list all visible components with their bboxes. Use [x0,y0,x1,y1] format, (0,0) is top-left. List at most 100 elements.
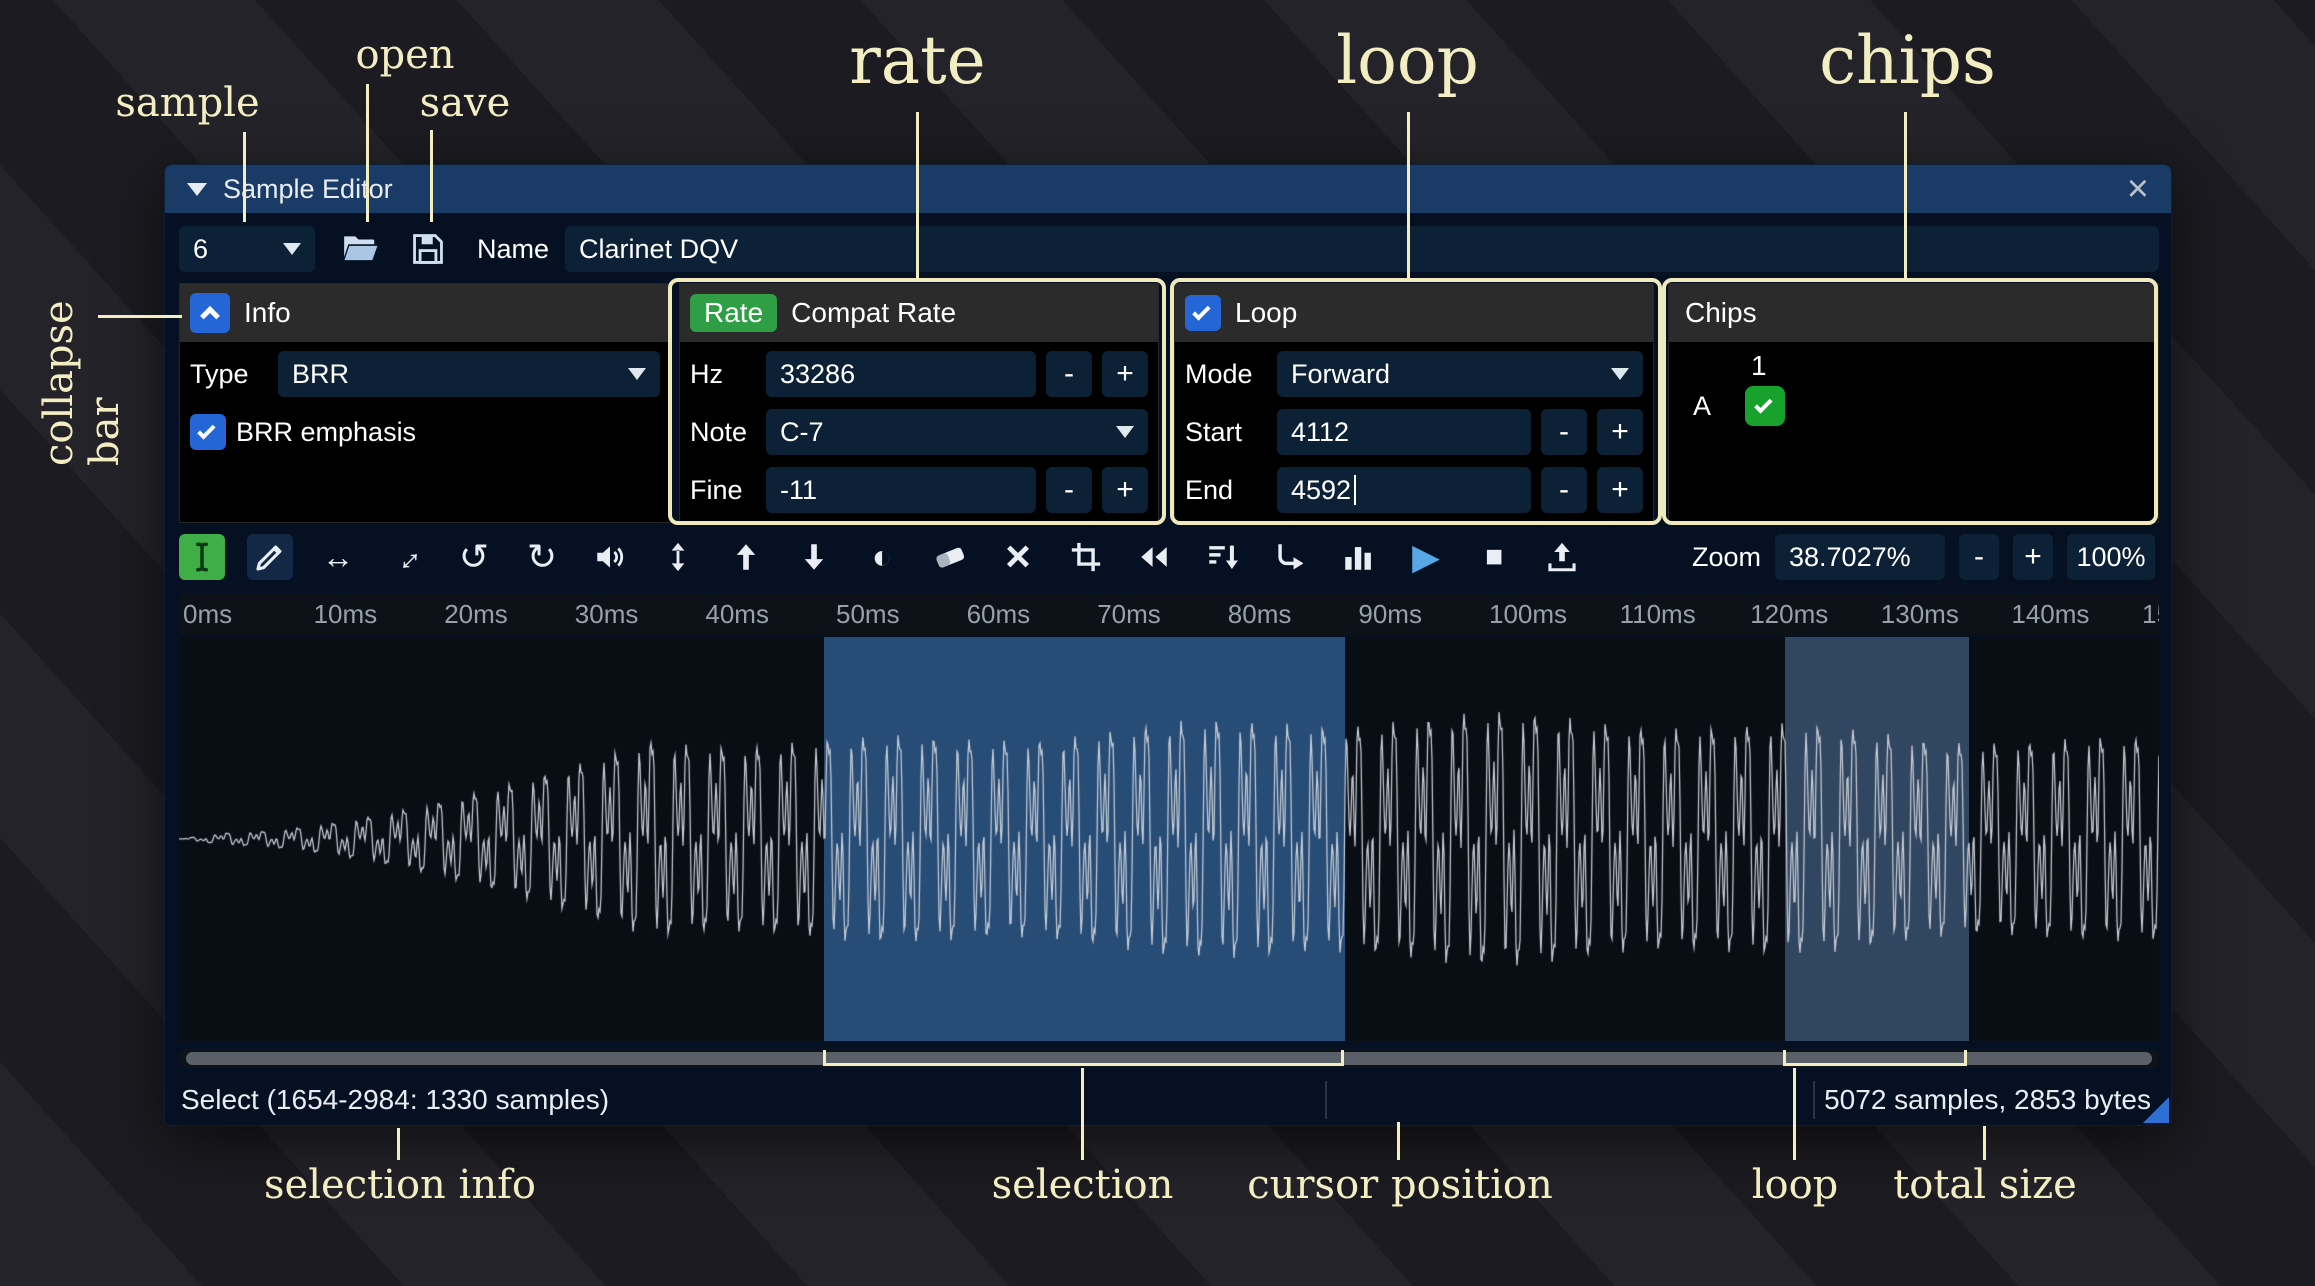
ruler-label: 30ms [574,599,639,629]
annotation-line-total-size [1983,1126,1986,1160]
sample-number: 6 [193,233,209,264]
delete-button[interactable]: × [995,534,1041,580]
reverse-button[interactable] [1131,534,1177,580]
filter-button[interactable] [1335,534,1381,580]
resize-button[interactable]: ↔ [315,534,361,580]
annotation-open: open [355,32,455,78]
silence-button[interactable] [927,534,973,580]
annotation-save: save [419,80,511,126]
type-label: Type [190,358,249,389]
zoom-label: Zoom [1691,541,1761,572]
waveform-area[interactable] [179,637,2159,1041]
chevron-down-icon [283,243,301,255]
annotation-chips: chips [1819,22,1996,99]
draw-tool-button[interactable] [247,534,293,580]
insert-button[interactable] [1267,534,1313,580]
ruler-label: 130ms [1880,599,1959,629]
select-tool-icon [195,542,209,572]
screenshot-stage: Sample Editor × 6 Name Clarinet DQV Info… [0,0,2315,1286]
type-dropdown[interactable]: BRR [278,351,660,397]
annotation-line-save [430,130,433,222]
zoom-input[interactable]: 38.7027% [1775,534,1945,580]
window-titlebar[interactable]: Sample Editor × [165,165,2171,213]
ruler-label: 70ms [1097,599,1161,629]
annotation-selection: selection [991,1162,1174,1208]
redo-button[interactable]: ↻ [519,534,565,580]
annotation-loop: loop [1336,22,1479,99]
sample-selector[interactable]: 6 [179,226,315,272]
annotation-line-cursor-position [1397,1122,1400,1160]
fade-in-button[interactable] [723,534,769,580]
type-value: BRR [292,358,350,389]
toolbar-buttons: ↔ ↔ ↺ ↻ ◐ × ▶ ■ [179,532,1585,582]
ruler-label: 150ms [2142,599,2159,629]
invert-button[interactable]: ◐ [859,534,905,580]
resample-button[interactable]: ↔ [381,532,431,582]
annotation-bracket-selection [823,1050,1344,1066]
brr-emphasis-label: BRR emphasis [236,416,417,447]
annotation-line-sample [243,132,246,222]
normalize-icon [671,542,685,572]
collapse-button[interactable] [190,293,230,333]
annotation-line-rate [916,112,919,278]
play-button[interactable]: ▶ [1403,534,1449,580]
window-collapse-icon[interactable] [187,182,207,196]
trim-icon [1071,542,1101,572]
time-ruler: 0ms 10ms 20ms 30ms 40ms 50ms 60ms 70ms 80ms 90ms 1… [179,593,2159,635]
normalize-button[interactable] [655,534,701,580]
zoom-out-button[interactable]: - [1959,534,1999,580]
name-label: Name [477,233,550,264]
ruler-label: 10ms [313,599,378,629]
name-input[interactable]: Clarinet DQV [565,226,2159,272]
ruler-label: 90ms [1358,599,1422,629]
resize-grip[interactable] [2143,1097,2169,1123]
annotation-line-loop [1407,112,1410,278]
fade-out-button[interactable] [791,534,837,580]
fade-out-icon [804,544,824,570]
select-tool-button[interactable] [179,534,225,580]
annotation-line-open [366,84,369,222]
sample-toolbar: ↔ ↔ ↺ ↻ ◐ × ▶ ■ Zoom 38.7027% - + 100% [179,529,2159,585]
close-icon[interactable]: × [2127,170,2149,208]
ruler-label: 100ms [1489,599,1568,629]
filter-icon [1345,547,1371,570]
open-button[interactable] [337,226,383,272]
ruler-label: 140ms [2011,599,2090,629]
info-panel-title: Info [244,297,291,328]
stop-button[interactable]: ■ [1471,534,1517,580]
open-folder-icon [344,236,378,261]
zoom-reset-button[interactable]: 100% [2067,534,2155,580]
amplify-button[interactable] [587,534,633,580]
annotation-selection-info: selection info [264,1162,536,1208]
play-icon: ▶ [1412,536,1440,577]
trim-button[interactable] [1063,534,1109,580]
annotation-loop-bottom: loop [1751,1162,1839,1208]
annotation-total-size: total size [1893,1162,2077,1208]
brr-emphasis-checkbox[interactable] [190,414,226,450]
reverse-icon [1141,547,1167,567]
ruler-label: 110ms [1619,599,1696,629]
chevron-up-icon [200,305,220,326]
save-floppy-icon [413,234,443,264]
zoom-in-button[interactable]: + [2013,534,2053,580]
status-separator [1325,1081,1327,1119]
ruler-label: 120ms [1750,599,1829,629]
draw-tool-icon [256,545,282,571]
resample-icon: ↔ [381,532,431,582]
info-panel: Info Type BRR BRR emphasis [179,283,671,523]
zoom-controls: Zoom 38.7027% - + 100% [1692,534,2159,580]
downsample-button[interactable] [1199,534,1245,580]
total-size-text: 5072 samples, 2853 bytes [1824,1084,2151,1115]
annotation-line-selection-info [397,1128,400,1160]
undo-icon: ↺ [458,536,490,577]
undo-button[interactable]: ↺ [451,534,497,580]
invert-icon: ◐ [871,538,893,576]
annotation-collapse-bar: collapse bar [36,300,128,466]
waveform-canvas[interactable] [179,637,2159,1041]
annotation-box-loop-panel [1170,278,1662,525]
export-button[interactable] [1539,534,1585,580]
export-icon [1548,542,1576,572]
save-button[interactable] [405,226,451,272]
chevron-down-icon [628,368,646,380]
ruler-label: 40ms [705,599,769,629]
